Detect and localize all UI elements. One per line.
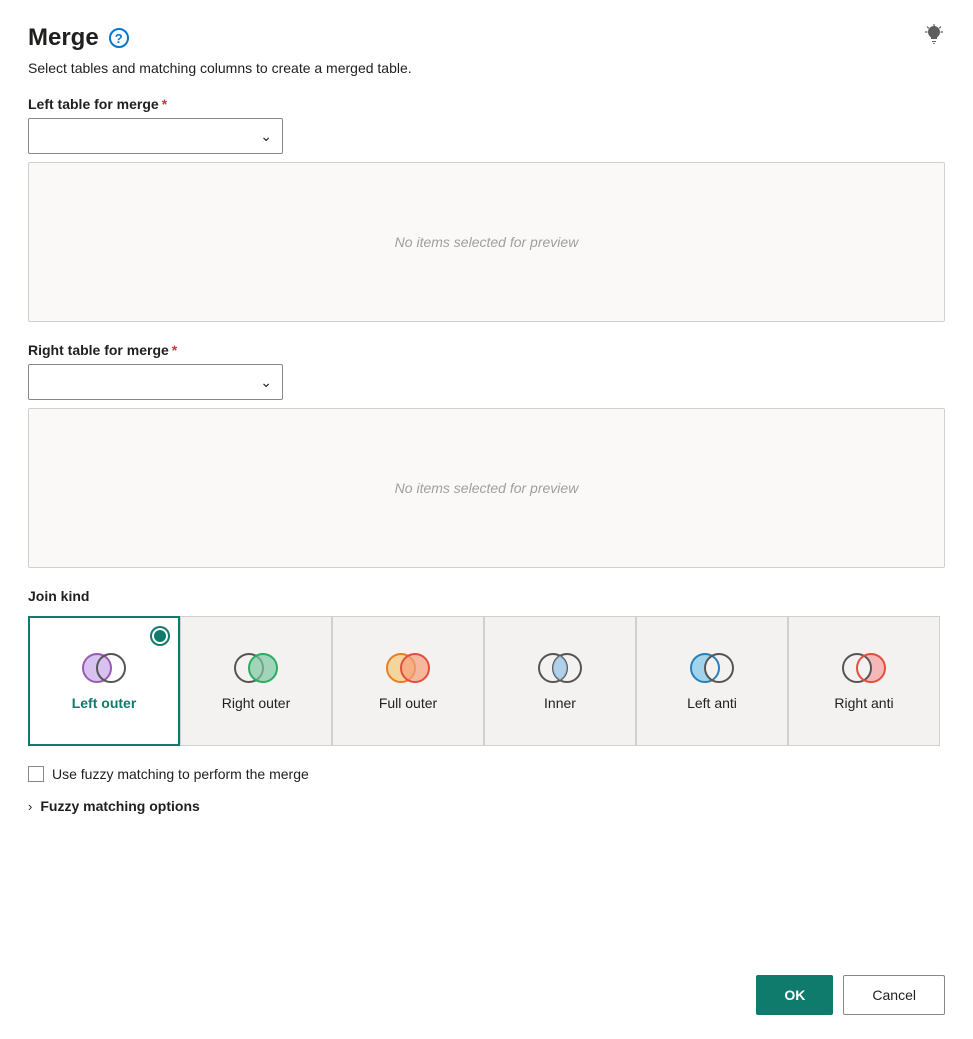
join-option-right-outer-label: Right outer (222, 694, 290, 712)
join-option-right-anti[interactable]: Right anti (788, 616, 940, 746)
fuzzy-matching-label: Use fuzzy matching to perform the merge (52, 766, 309, 782)
join-option-left-outer-label: Left outer (72, 694, 137, 712)
join-option-full-outer-label: Full outer (379, 694, 437, 712)
join-option-inner[interactable]: Inner (484, 616, 636, 746)
join-option-left-anti[interactable]: Left anti (636, 616, 788, 746)
left-table-preview: No items selected for preview (28, 162, 945, 322)
left-table-preview-text: No items selected for preview (395, 234, 579, 250)
left-table-dropdown[interactable]: ⌄ (28, 118, 283, 154)
join-option-inner-label: Inner (544, 694, 576, 712)
cancel-button[interactable]: Cancel (843, 975, 945, 1015)
left-table-chevron-icon: ⌄ (260, 128, 272, 145)
join-option-full-outer[interactable]: Full outer (332, 616, 484, 746)
fuzzy-options-expander[interactable]: › Fuzzy matching options (28, 798, 945, 814)
join-option-left-outer[interactable]: Left outer (28, 616, 180, 746)
help-icon[interactable]: ? (109, 28, 129, 48)
header-left: Merge ? (28, 24, 129, 52)
join-option-right-anti-label: Right anti (834, 694, 893, 712)
inner-venn-icon (533, 650, 587, 686)
join-option-left-anti-label: Left anti (687, 694, 737, 712)
selected-indicator (152, 628, 168, 644)
dialog-subtitle: Select tables and matching columns to cr… (28, 60, 945, 76)
right-outer-venn-icon (229, 650, 283, 686)
right-table-preview-text: No items selected for preview (395, 480, 579, 496)
ok-button[interactable]: OK (756, 975, 833, 1015)
join-kind-label: Join kind (28, 588, 945, 604)
join-options-group: Left outer Right outer Full outer (28, 616, 945, 746)
dialog-footer: OK Cancel (28, 955, 945, 1015)
fuzzy-matching-checkbox[interactable] (28, 766, 44, 782)
fuzzy-options-label: Fuzzy matching options (40, 798, 199, 814)
right-table-dropdown[interactable]: ⌄ (28, 364, 283, 400)
fuzzy-matching-row[interactable]: Use fuzzy matching to perform the merge (28, 766, 945, 782)
dialog-title: Merge (28, 24, 99, 52)
bulb-icon[interactable] (923, 24, 945, 52)
left-outer-venn-icon (77, 650, 131, 686)
fuzzy-options-chevron-icon: › (28, 799, 32, 814)
left-table-label: Left table for merge* (28, 96, 945, 112)
right-table-preview: No items selected for preview (28, 408, 945, 568)
dialog-header: Merge ? (28, 24, 945, 52)
left-anti-venn-icon (685, 650, 739, 686)
merge-dialog: Merge ? Select tables and matching colum… (0, 0, 973, 1039)
join-option-right-outer[interactable]: Right outer (180, 616, 332, 746)
right-table-label: Right table for merge* (28, 342, 945, 358)
full-outer-venn-icon (381, 650, 435, 686)
right-anti-venn-icon (837, 650, 891, 686)
right-table-chevron-icon: ⌄ (260, 374, 272, 391)
